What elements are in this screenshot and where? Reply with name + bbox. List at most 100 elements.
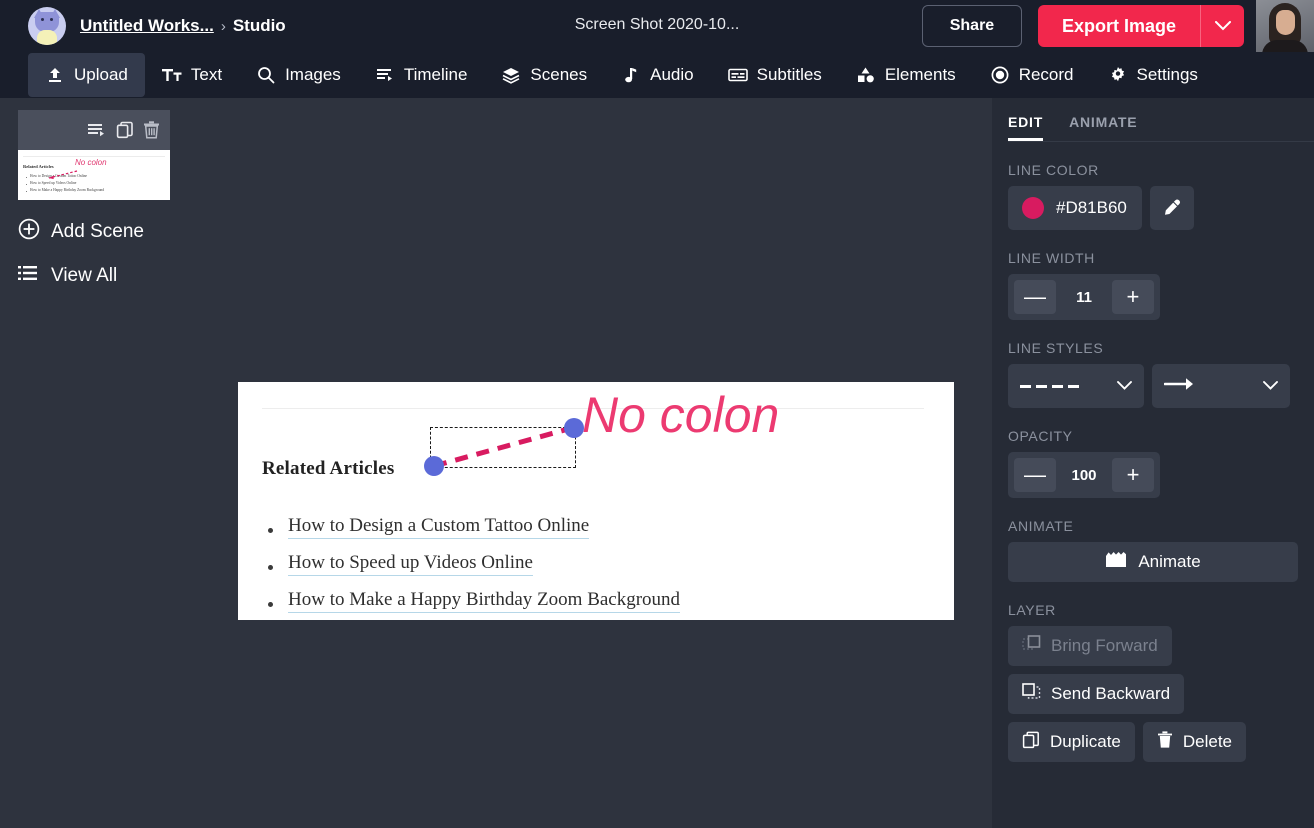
selection-bounding-box (430, 427, 576, 468)
header-actions: Share Export Image (922, 0, 1314, 52)
user-avatar[interactable] (1256, 0, 1314, 55)
canvas-arrow-icon[interactable] (238, 382, 954, 620)
bring-forward-label: Bring Forward (1051, 636, 1158, 656)
delete-button[interactable]: Delete (1143, 722, 1246, 762)
chevron-down-icon (1117, 377, 1132, 395)
duplicate-label: Duplicate (1050, 732, 1121, 752)
thumb-arrow-icon (46, 167, 78, 185)
scene-thumbnail-preview[interactable]: Related Articles How to Design a Custom … (18, 150, 170, 200)
line-width-decrement[interactable]: — (1014, 280, 1056, 314)
properties-panel: EDIT ANIMATE LINE COLOR #D81B60 LINE WID… (992, 98, 1314, 828)
layer-label: LAYER (1008, 602, 1314, 618)
nav-label: Elements (885, 65, 956, 85)
share-button[interactable]: Share (922, 5, 1022, 47)
nav-item-timeline[interactable]: Timeline (358, 53, 485, 97)
layer-buttons: Bring Forward Send Backward Duplicate De… (1008, 626, 1314, 762)
timeline-icon (375, 65, 395, 85)
arrow-head-select[interactable] (1152, 364, 1290, 408)
text-icon (162, 65, 182, 85)
add-scene-button[interactable]: Add Scene (18, 218, 200, 246)
eyedropper-icon[interactable] (1150, 186, 1194, 230)
panel-tabs: EDIT ANIMATE (1008, 98, 1314, 142)
nav-label: Upload (74, 65, 128, 85)
nav-item-scenes[interactable]: Scenes (484, 53, 604, 97)
scenes-sidebar: Related Articles How to Design a Custom … (0, 98, 200, 828)
workspace-name-link[interactable]: Untitled Works... (80, 16, 214, 36)
bring-forward-icon (1022, 634, 1041, 658)
dash-style-select[interactable] (1008, 364, 1144, 408)
opacity-value: 100 (1071, 467, 1096, 484)
opacity-stepper: — 100 + (1008, 452, 1160, 498)
nav-item-text[interactable]: Text (145, 53, 239, 97)
nav-item-upload[interactable]: Upload (28, 53, 145, 97)
duplicate-icon[interactable] (116, 121, 134, 139)
breadcrumb-current: Studio (233, 16, 286, 36)
upload-icon (45, 65, 65, 85)
line-styles-label: LINE STYLES (1008, 340, 1314, 356)
view-all-button[interactable]: View All (18, 264, 200, 288)
opacity-label: OPACITY (1008, 428, 1314, 444)
nav-label: Scenes (530, 65, 587, 85)
nav-item-images[interactable]: Images (239, 53, 358, 97)
nav-label: Timeline (404, 65, 468, 85)
duplicate-icon (1022, 731, 1040, 754)
chevron-down-icon[interactable] (1200, 5, 1244, 47)
line-color-row: #D81B60 (1008, 186, 1314, 230)
line-styles-row (1008, 364, 1314, 408)
export-image-button[interactable]: Export Image (1038, 5, 1200, 47)
search-icon (256, 65, 276, 85)
line-width-increment[interactable]: + (1112, 280, 1154, 314)
canvas-workspace[interactable]: Related Articles How to Design a Custom … (200, 98, 992, 828)
plus-circle-icon (18, 218, 40, 246)
line-color-hex: #D81B60 (1056, 198, 1127, 218)
clapperboard-icon (1105, 551, 1127, 574)
cat-logo-icon[interactable] (28, 7, 66, 45)
breadcrumb: Untitled Works... › Studio (0, 7, 286, 45)
chevron-down-icon (1263, 377, 1278, 395)
scene-canvas[interactable]: Related Articles How to Design a Custom … (238, 382, 954, 620)
tab-animate[interactable]: ANIMATE (1069, 114, 1137, 141)
add-scene-label: Add Scene (51, 221, 144, 243)
line-width-label: LINE WIDTH (1008, 250, 1314, 266)
scene-thumbnail-tools (18, 110, 170, 150)
music-note-icon (621, 65, 641, 85)
breadcrumb-separator: › (221, 18, 226, 35)
shapes-icon (856, 65, 876, 85)
dash-style-preview (1020, 385, 1079, 388)
duplicate-button[interactable]: Duplicate (1008, 722, 1135, 762)
send-backward-button[interactable]: Send Backward (1008, 674, 1184, 714)
nav-item-subtitles[interactable]: Subtitles (711, 53, 839, 97)
nav-item-elements[interactable]: Elements (839, 53, 973, 97)
main-toolbar: Upload Text Images Timeline Scenes Audio (0, 52, 1314, 98)
layer-row-bottom: Duplicate Delete (1008, 722, 1314, 762)
arrow-end-handle[interactable] (564, 418, 584, 438)
nav-item-audio[interactable]: Audio (604, 53, 710, 97)
nav-label: Text (191, 65, 222, 85)
line-color-field[interactable]: #D81B60 (1008, 186, 1142, 230)
nav-item-settings[interactable]: Settings (1091, 53, 1215, 97)
color-swatch (1022, 197, 1044, 219)
list-icon (18, 264, 40, 288)
tab-edit[interactable]: EDIT (1008, 114, 1043, 141)
nav-label: Record (1019, 65, 1074, 85)
arrow-start-handle[interactable] (424, 456, 444, 476)
animate-label: ANIMATE (1008, 518, 1314, 534)
timing-icon[interactable] (88, 123, 107, 138)
bring-forward-button[interactable]: Bring Forward (1008, 626, 1172, 666)
nav-label: Settings (1137, 65, 1198, 85)
line-width-value: 11 (1076, 289, 1092, 306)
opacity-decrement[interactable]: — (1014, 458, 1056, 492)
animate-button[interactable]: Animate (1008, 542, 1298, 582)
opacity-increment[interactable]: + (1112, 458, 1154, 492)
line-color-label: LINE COLOR (1008, 162, 1314, 178)
top-header: Untitled Works... › Studio Screen Shot 2… (0, 0, 1314, 52)
arrow-right-icon (1164, 376, 1198, 397)
layers-icon (501, 65, 521, 85)
trash-icon (1157, 731, 1173, 754)
scene-thumbnail[interactable]: Related Articles How to Design a Custom … (18, 110, 170, 200)
trash-icon[interactable] (143, 121, 160, 139)
line-width-stepper: — 11 + (1008, 274, 1160, 320)
nav-item-record[interactable]: Record (973, 53, 1091, 97)
gear-icon (1108, 65, 1128, 85)
thumb-annotation: No colon (75, 158, 107, 167)
